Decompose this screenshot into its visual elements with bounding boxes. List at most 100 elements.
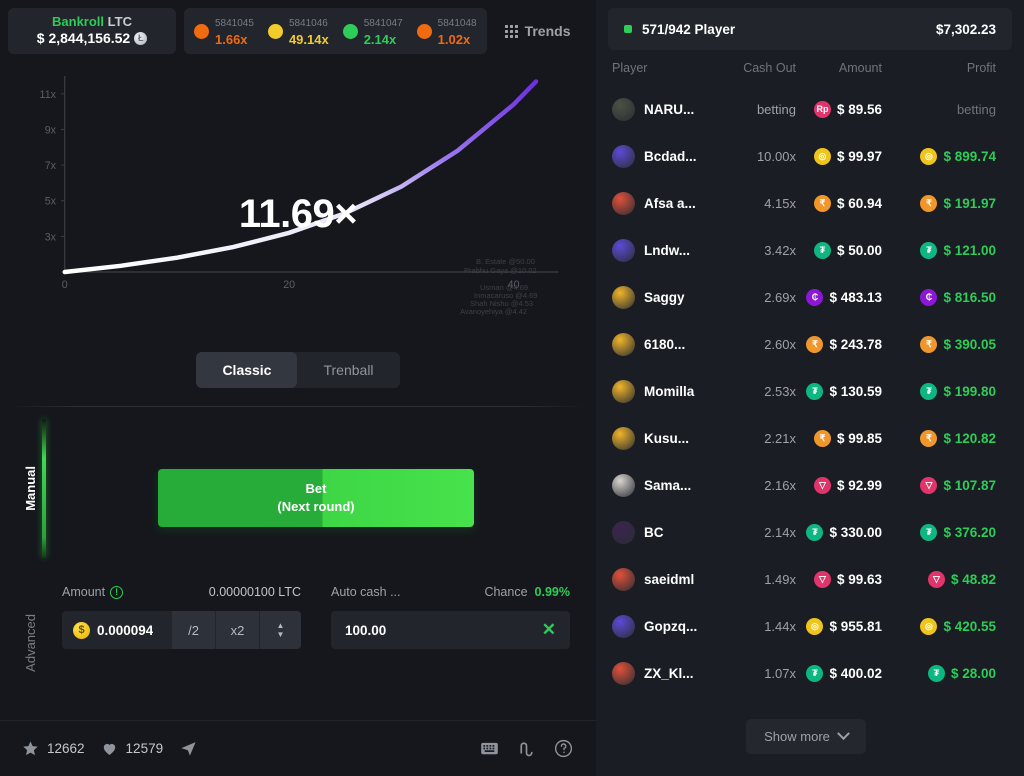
amount-input[interactable]: $ 0.000094 /2 x2 ▲ ▼ [62,611,301,649]
currency-icon: ▽ [813,571,831,588]
player-profit-cell: ◎ $ 899.74 [888,148,996,165]
player-amount-cell: ₵ $ 483.13 [796,289,888,306]
currency-icon: ₹ [920,430,938,447]
game-mode-tabs: Classic Trenball [8,352,588,388]
player-name: saeidml [644,572,695,587]
bankroll-label: Bankroll [52,14,105,30]
table-row[interactable]: Momilla 2.53x ₮ $ 130.59 ₮ $ 199.80 [596,368,1016,415]
player-cashout: 2.53x [764,384,796,399]
history-item[interactable]: 5841045 1.66x [194,13,254,50]
table-row[interactable]: Gopzq... 1.44x ◎ $ 955.81 ◎ $ 420.55 [596,603,1016,650]
table-row[interactable]: BC 2.14x ₮ $ 330.00 ₮ $ 376.20 [596,509,1016,556]
player-profit: $ 390.05 [943,337,996,352]
player-amount-cell: ▽ $ 99.63 [796,571,888,588]
player-amount: $ 99.97 [836,149,882,164]
amount-label: Amount [62,585,106,599]
table-row[interactable]: NARU... betting Rp $ 89.56 betting [596,86,1016,133]
bet-button-line1: Bet [305,481,327,497]
mode-tab-classic[interactable]: Classic [196,352,298,388]
player-name: ZX_Kl... [644,666,694,681]
currency-icon: ₮ [927,665,945,682]
crash-game-app: Bankroll LTC $ 2,844,156.52 5841045 1.66x… [0,0,1024,776]
player-profit: $ 28.00 [950,666,996,681]
bet-button[interactable]: Bet (Next round) [158,469,474,527]
favorites-stat[interactable]: 12662 [22,740,85,757]
chance-label: Chance [484,585,528,599]
player-amount-cell: ◎ $ 955.81 [796,618,888,635]
history-item[interactable]: 5841046 49.14x [267,13,329,50]
player-cashout: 2.69x [764,290,796,305]
table-row[interactable]: Sama... 2.16x ▽ $ 92.99 ▽ $ 107.87 [596,462,1016,509]
keyboard-button[interactable] [479,738,500,759]
player-cashout: 2.21x [764,431,796,446]
player-amount: $ 60.94 [836,196,882,211]
avatar [612,286,635,309]
crash-chart-svg: 3x 5x 7x 9x 11x 0 20 40 [40,76,559,291]
stepper-down-icon[interactable]: ▼ [277,630,285,638]
table-row[interactable]: Saggy 2.69x ₵ $ 483.13 ₵ $ 816.50 [596,274,1016,321]
player-profit-cell: ◎ $ 420.55 [888,618,996,635]
amount-value-area[interactable]: $ 0.000094 [62,611,171,649]
table-row[interactable]: ZX_Kl... 1.07x ₮ $ 400.02 ₮ $ 28.00 [596,650,1016,697]
player-cashout: 2.60x [764,337,796,352]
player-amount: $ 243.78 [829,337,882,352]
likes-stat[interactable]: 12579 [101,740,163,757]
player-amount: $ 92.99 [836,478,882,493]
currency-icon: ₮ [920,242,938,259]
table-row[interactable]: saeidml 1.49x ▽ $ 99.63 ▽ $ 48.82 [596,556,1016,603]
table-row[interactable]: 6180... 2.60x ₹ $ 243.78 ₹ $ 390.05 [596,321,1016,368]
amount-halve-button[interactable]: /2 [171,611,215,649]
autocash-input[interactable]: 100.00 ✕ [331,611,570,649]
players-header: 571/942 Player $7,302.23 [608,8,1012,50]
share-button[interactable] [179,739,198,758]
litecoin-coin-icon [134,31,148,45]
table-row[interactable]: Lndw... 3.42x ₮ $ 50.00 ₮ $ 121.00 [596,227,1016,274]
fairness-button[interactable] [516,738,537,759]
bet-tab-manual[interactable]: Manual [8,411,52,566]
currency-icon: ▽ [927,571,945,588]
currency-icon: ◎ [813,148,831,165]
stepper-up-icon[interactable]: ▲ [277,621,285,629]
help-button[interactable] [553,738,574,759]
currency-icon: ₵ [806,289,824,306]
player-name: BC [644,525,664,540]
player-amount: $ 50.00 [836,243,882,258]
player-profit-cell: ₮ $ 28.00 [888,665,996,682]
history-round-id: 5841046 [288,17,328,29]
amount-field-header: Amount ! 0.00000100 LTC [62,583,301,601]
game-panel: Bankroll LTC $ 2,844,156.52 5841045 1.66x… [0,0,596,776]
player-cashout: 2.14x [764,525,796,540]
trends-button[interactable]: Trends [495,8,577,54]
amount-double-button[interactable]: x2 [215,611,259,649]
chevron-down-icon [837,727,850,741]
player-name: Gopzq... [644,619,698,634]
history-round-id: 5841045 [215,17,254,29]
history-item[interactable]: 5841047 2.14x [342,13,403,50]
players-panel: 571/942 Player $7,302.23 Player Cash Out… [596,0,1024,776]
column-cashout: Cash Out [743,61,796,75]
player-cashout: 1.44x [764,619,796,634]
chance-value: 0.99% [534,585,570,599]
table-row[interactable]: Bcdad... 10.00x ◎ $ 99.97 ◎ $ 899.74 [596,133,1016,180]
player-cashout: 3.42x [764,243,796,258]
show-more-button[interactable]: Show more [746,719,866,754]
avatar [612,568,635,591]
y-axis-tick: 11x [40,89,57,101]
player-profit-cell: ▽ $ 48.82 [888,571,996,588]
table-row[interactable]: Afsa a... 4.15x ₹ $ 60.94 ₹ $ 191.97 [596,180,1016,227]
info-icon[interactable]: ! [110,585,124,599]
player-profit-cell: ₮ $ 121.00 [888,242,996,259]
amount-stepper[interactable]: ▲ ▼ [259,611,301,649]
avatar [612,192,635,215]
avatar [612,615,635,638]
history-multiplier: 2.14x [363,32,397,47]
player-name: Bcdad... [644,149,697,164]
close-x-icon[interactable]: ✕ [542,620,556,640]
history-item[interactable]: 5841048 1.02x [416,13,477,50]
bankroll-widget[interactable]: Bankroll LTC $ 2,844,156.52 [8,8,176,54]
mode-tab-trenball[interactable]: Trenball [297,352,399,388]
avatar [612,98,635,121]
table-row[interactable]: Kusu... 2.21x ₹ $ 99.85 ₹ $ 120.82 [596,415,1016,462]
bet-tab-advanced[interactable]: Advanced [8,566,52,721]
column-player: Player [612,61,648,75]
